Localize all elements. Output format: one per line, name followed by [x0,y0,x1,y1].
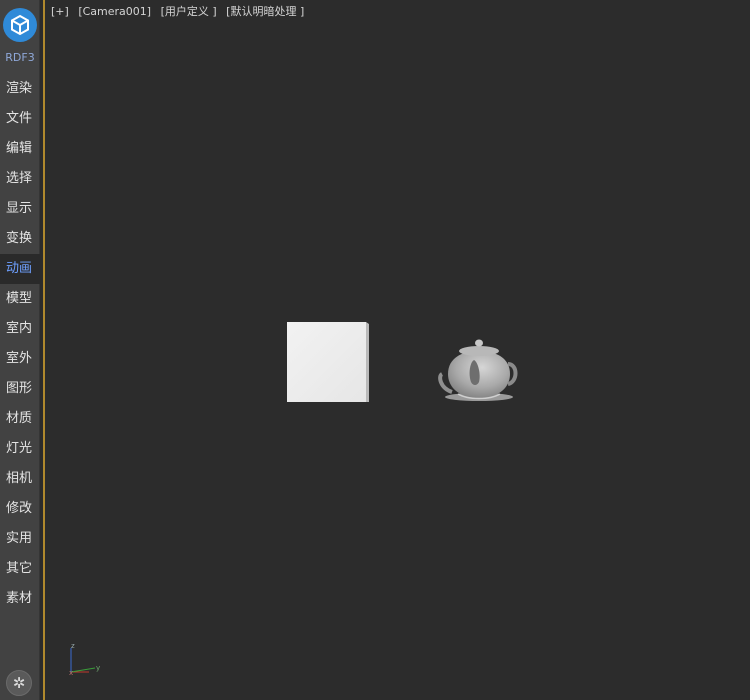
box-object[interactable] [287,322,369,402]
axis-z-label: z [71,642,75,650]
viewport-camera-label[interactable]: [Camera001] [78,5,151,18]
sidebar-item-lights[interactable]: 灯光 [0,434,40,464]
viewport-label-bar: [+] [Camera001] [用户定义 ] [默认明暗处理 ] [51,3,310,19]
sidebar-item-shapes[interactable]: 图形 [0,374,40,404]
sidebar-item-camera[interactable]: 相机 [0,464,40,494]
settings-gear-icon[interactable]: ✲ [6,670,32,696]
camera-viewport[interactable]: [+] [Camera001] [用户定义 ] [默认明暗处理 ] z x y [43,0,750,700]
sidebar-item-assets[interactable]: 素材 [0,584,40,614]
logo-icon[interactable] [3,8,37,42]
viewport-shading-label[interactable]: [默认明暗处理 ] [226,5,304,18]
app-window: RDF3 渲染 文件 编辑 选择 显示 变换 动画 模型 室内 室外 图形 材质… [0,0,750,700]
sidebar-item-file[interactable]: 文件 [0,104,40,134]
sidebar-item-modify[interactable]: 修改 [0,494,40,524]
cube-logo-icon [11,14,29,36]
sidebar: RDF3 渲染 文件 编辑 选择 显示 变换 动画 模型 室内 室外 图形 材质… [0,0,40,700]
sidebar-item-render[interactable]: 渲染 [0,74,40,104]
sidebar-item-interior[interactable]: 室内 [0,314,40,344]
teapot-object[interactable] [438,338,520,404]
sidebar-item-material[interactable]: 材质 [0,404,40,434]
axis-y-line [70,667,96,673]
axis-gizmo-icon: z x y [69,642,100,677]
sidebar-item-animation[interactable]: 动画 [0,254,40,284]
sidebar-item-utilities[interactable]: 实用 [0,524,40,554]
sidebar-item-transform[interactable]: 变换 [0,224,40,254]
sidebar-item-select[interactable]: 选择 [0,164,40,194]
axis-x-label: x [69,669,73,677]
sidebar-item-other[interactable]: 其它 [0,554,40,584]
viewport-menu-plus[interactable]: [+] [51,5,69,18]
sidebar-item-model[interactable]: 模型 [0,284,40,314]
sidebar-item-exterior[interactable]: 室外 [0,344,40,374]
viewport-view-label[interactable]: [用户定义 ] [161,5,217,18]
sidebar-menu: 渲染 文件 编辑 选择 显示 变换 动画 模型 室内 室外 图形 材质 灯光 相… [0,74,40,614]
axis-y-label: y [96,664,100,672]
sidebar-item-display[interactable]: 显示 [0,194,40,224]
sidebar-item-edit[interactable]: 编辑 [0,134,40,164]
brand-label: RDF3 [5,51,35,64]
